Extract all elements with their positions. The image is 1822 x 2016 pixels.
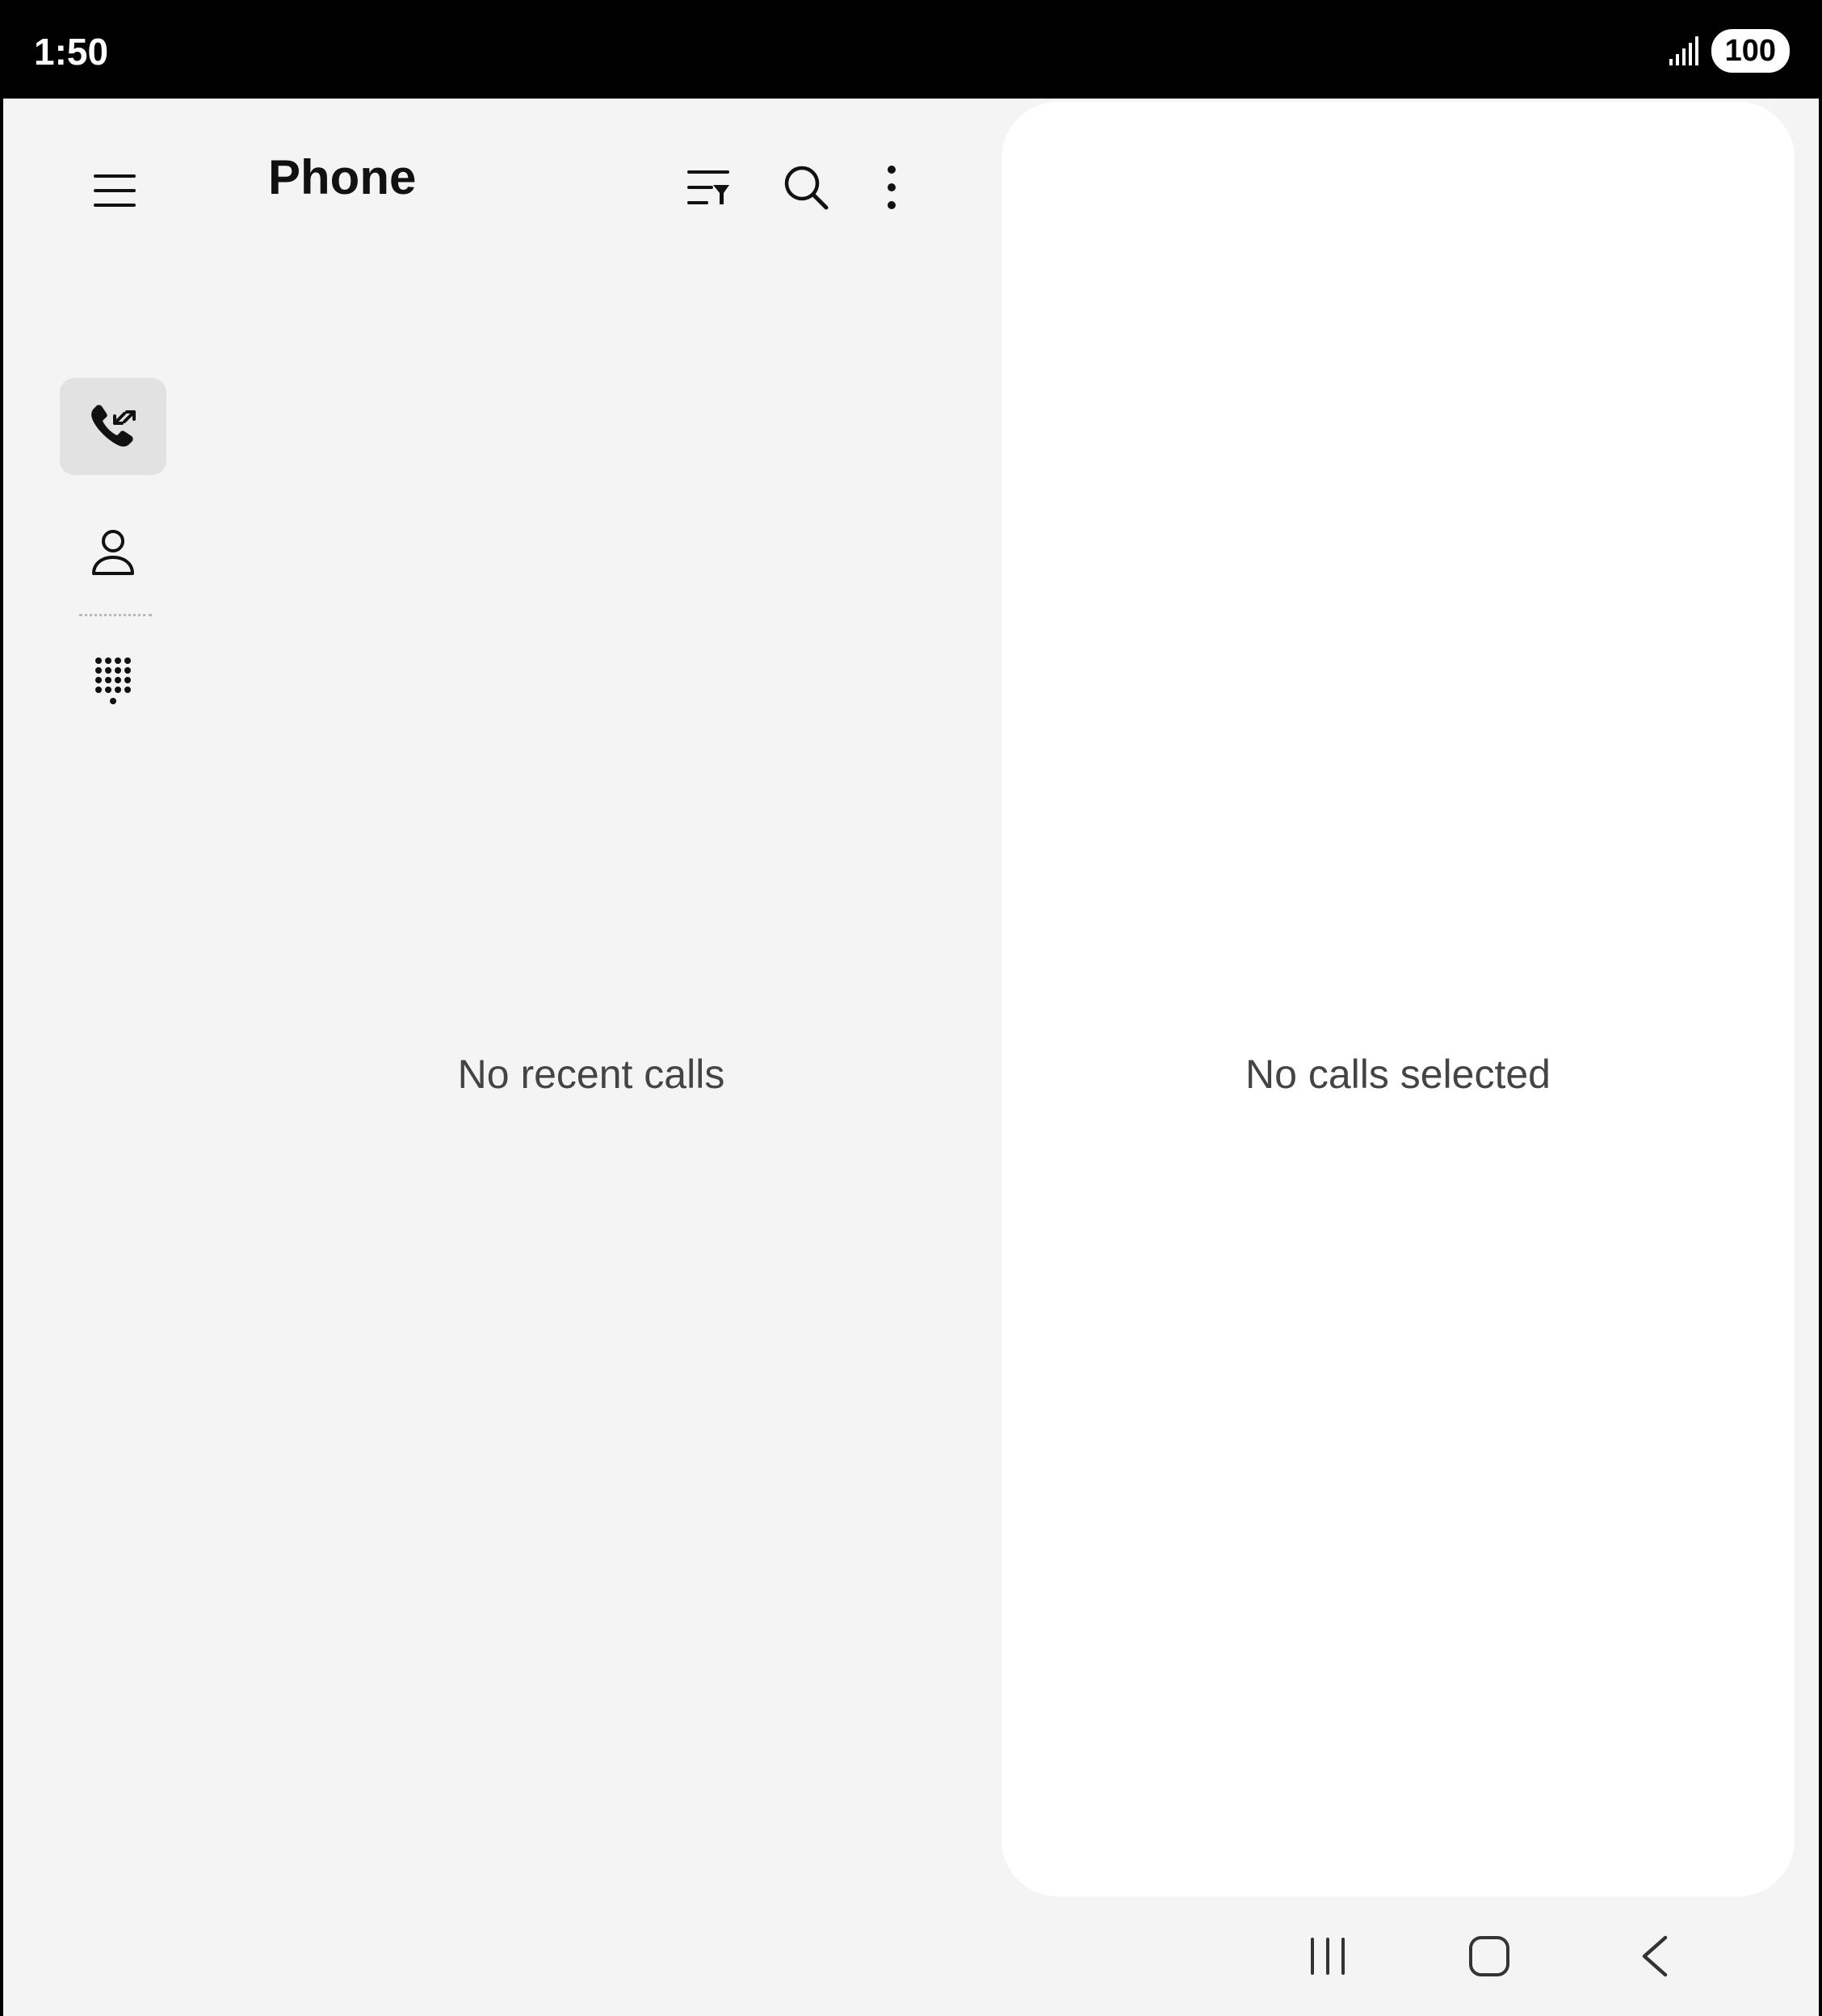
system-navigation-bar <box>3 1896 1819 2016</box>
status-bar: 1:50 100 <box>0 0 1822 99</box>
nav-item-contacts[interactable] <box>60 504 166 601</box>
home-icon <box>1469 1936 1509 1976</box>
filter-button[interactable] <box>669 147 749 228</box>
back-button[interactable] <box>1614 1916 1694 1997</box>
recent-apps-button[interactable] <box>1287 1916 1368 1997</box>
empty-call-detail-message: No calls selected <box>1245 1052 1551 1097</box>
menu-button[interactable] <box>76 152 153 229</box>
more-options-button[interactable] <box>851 147 932 228</box>
phone-calls-icon <box>91 405 136 447</box>
top-app-bar: Phone <box>3 99 997 252</box>
home-button[interactable] <box>1449 1916 1530 1997</box>
status-time: 1:50 <box>34 31 109 73</box>
empty-recent-calls-message: No recent calls <box>457 1052 725 1097</box>
battery-indicator: 100 <box>1711 29 1790 73</box>
person-icon <box>92 530 134 575</box>
dialpad-icon <box>95 657 131 704</box>
signal-icon <box>1669 36 1698 65</box>
search-button[interactable] <box>766 147 846 228</box>
call-detail-pane: No calls selected <box>1001 102 1795 1896</box>
nav-item-recents[interactable] <box>60 378 166 475</box>
search-icon <box>784 166 829 210</box>
hamburger-menu-icon <box>94 174 136 207</box>
page-title: Phone <box>268 150 417 204</box>
recent-apps-icon <box>1311 1938 1345 1975</box>
filter-list-icon <box>687 170 729 204</box>
status-indicators: 100 <box>1668 29 1790 73</box>
more-vertical-icon <box>888 166 896 209</box>
nav-item-keypad[interactable] <box>60 633 166 730</box>
back-icon <box>1642 1935 1668 1977</box>
nav-divider <box>79 614 152 616</box>
phone-app: Phone No recent calls No calls selected <box>3 99 1819 2016</box>
